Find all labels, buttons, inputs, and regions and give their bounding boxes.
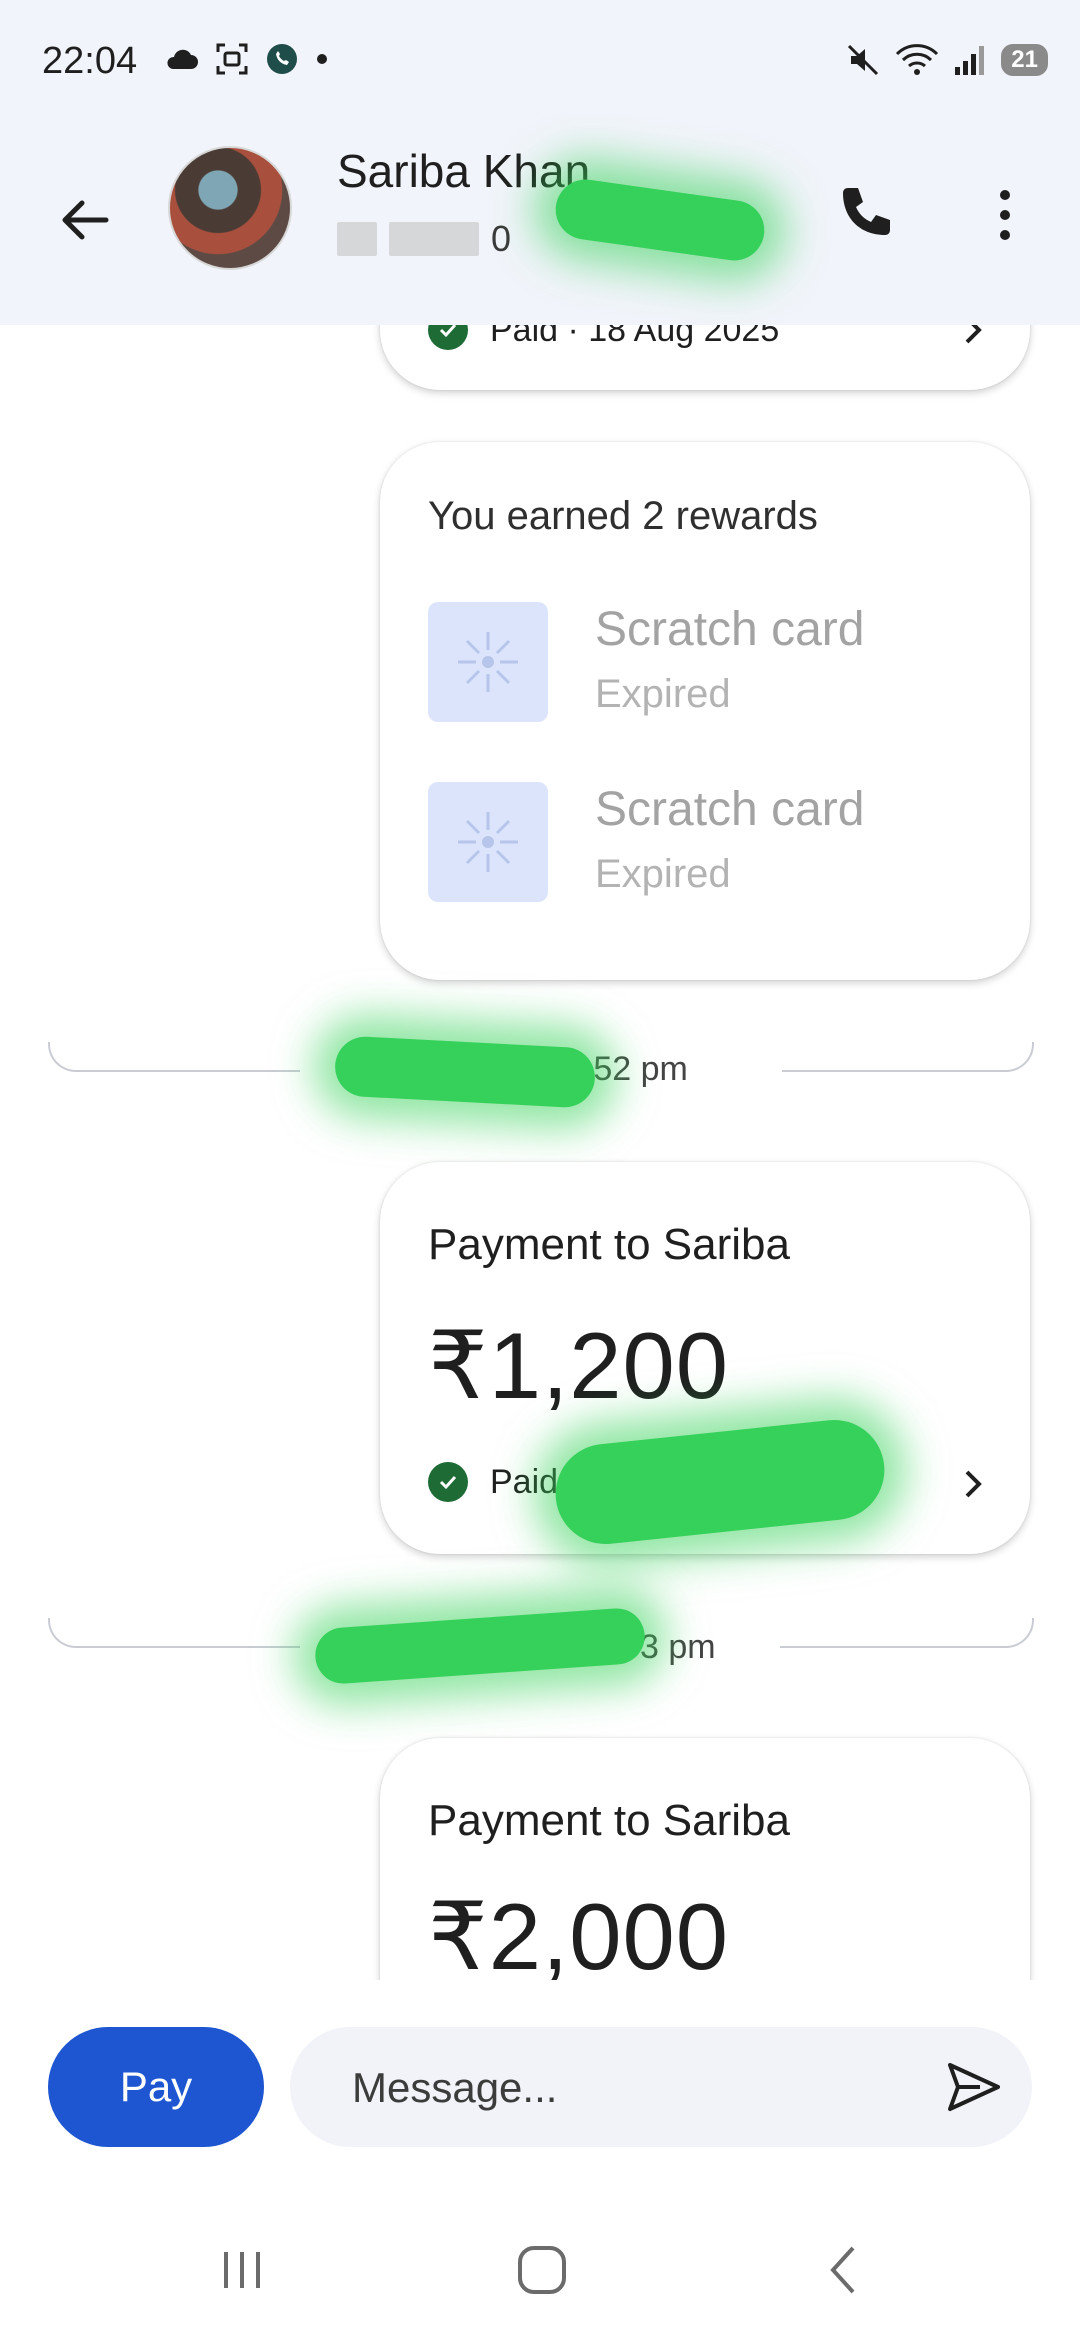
cloud-icon bbox=[167, 49, 198, 69]
reward-status: Expired bbox=[595, 852, 731, 896]
payment-amount: ₹2,000 bbox=[428, 1884, 730, 1989]
dot-icon bbox=[317, 54, 327, 64]
back-arrow-icon[interactable] bbox=[50, 185, 120, 255]
system-nav-bar bbox=[0, 2180, 1080, 2340]
message-box[interactable] bbox=[290, 2027, 1032, 2149]
scratch-card-icon[interactable] bbox=[428, 602, 548, 722]
reward-title[interactable]: Scratch card bbox=[595, 782, 864, 837]
more-vert-icon[interactable] bbox=[985, 175, 1025, 255]
date-divider-line bbox=[48, 1042, 300, 1072]
payment-card[interactable]: Payment to Sariba ₹1,200 Paid bbox=[380, 1162, 1030, 1554]
date-divider-line bbox=[780, 1618, 1034, 1648]
redaction-mark bbox=[333, 1035, 597, 1109]
status-time: 22:04 bbox=[42, 40, 138, 82]
date-divider-time: 3 pm bbox=[640, 1628, 716, 1666]
back-icon[interactable] bbox=[815, 2240, 875, 2300]
whatsapp-icon bbox=[267, 44, 297, 74]
date-divider-line bbox=[48, 1618, 300, 1648]
contact-number: 0 bbox=[337, 218, 511, 260]
chat-header: Sariba Khan 0 bbox=[0, 130, 1080, 325]
phone-icon[interactable] bbox=[830, 178, 900, 248]
redaction-mark bbox=[551, 175, 769, 265]
payment-title: Payment to Sariba bbox=[428, 1796, 790, 1845]
recents-icon[interactable] bbox=[212, 2240, 272, 2300]
payment-status: Paid bbox=[490, 1462, 559, 1501]
wifi-icon bbox=[896, 44, 939, 75]
mute-icon bbox=[848, 44, 879, 76]
payment-title: Payment to Sariba bbox=[428, 1220, 790, 1269]
redacted-number-part bbox=[337, 222, 377, 256]
scratch-card-icon[interactable] bbox=[428, 782, 548, 902]
signal-icon bbox=[955, 46, 985, 75]
check-circle-icon bbox=[428, 1462, 468, 1502]
send-icon[interactable] bbox=[944, 2059, 1004, 2115]
payment-status-row: Paid bbox=[428, 1462, 558, 1502]
reward-status: Expired bbox=[595, 672, 731, 716]
redacted-number-part bbox=[389, 222, 479, 256]
message-input[interactable] bbox=[350, 2027, 874, 2149]
status-bar: 22:04 21 bbox=[0, 0, 1080, 130]
contact-number-visible: 0 bbox=[491, 218, 512, 259]
chevron-right-icon[interactable] bbox=[958, 1464, 988, 1504]
payment-amount: ₹1,200 bbox=[428, 1313, 730, 1418]
home-icon[interactable] bbox=[512, 2240, 572, 2300]
redaction-mark bbox=[313, 1606, 647, 1686]
message-composer: Pay bbox=[0, 1980, 1080, 2180]
avatar[interactable] bbox=[168, 146, 292, 270]
redaction-mark bbox=[550, 1415, 890, 1549]
contact-name: Sariba Khan bbox=[337, 145, 591, 197]
status-icons-left bbox=[165, 42, 329, 76]
reward-title[interactable]: Scratch card bbox=[595, 602, 864, 657]
rewards-card: You earned 2 rewards Scratch card Expire… bbox=[380, 442, 1030, 980]
battery-indicator: 21 bbox=[1001, 44, 1048, 76]
status-icons-right: 21 bbox=[845, 42, 1048, 78]
pay-button[interactable]: Pay bbox=[48, 2027, 264, 2147]
date-divider-line bbox=[782, 1042, 1034, 1072]
screenshot-icon bbox=[216, 43, 248, 75]
rewards-title: You earned 2 rewards bbox=[428, 494, 818, 538]
